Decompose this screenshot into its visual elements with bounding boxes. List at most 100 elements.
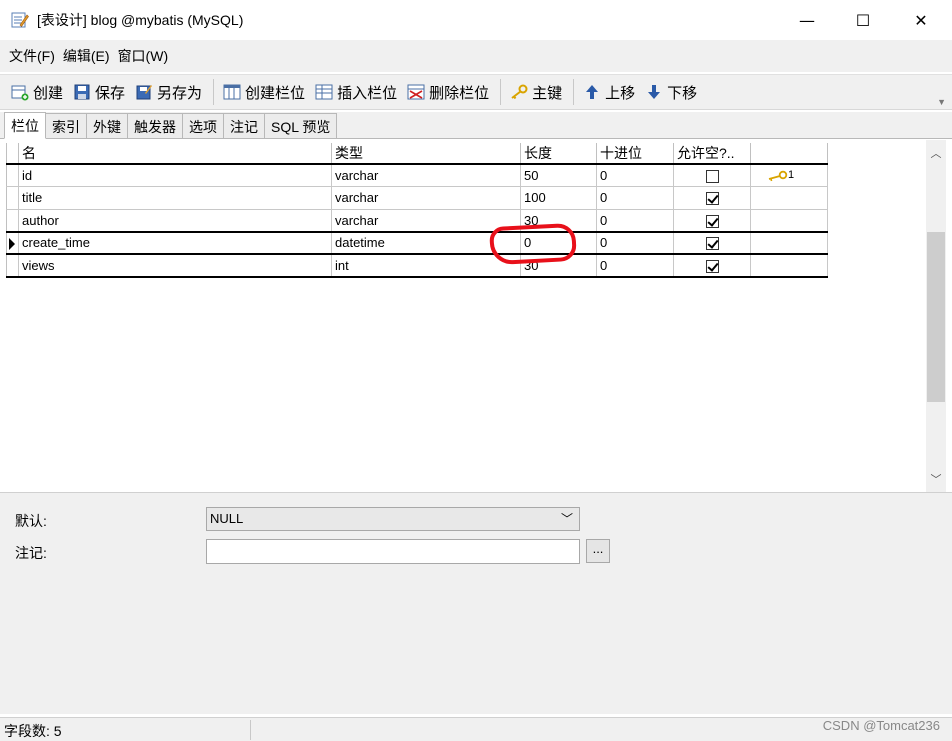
row-selector[interactable] bbox=[6, 208, 19, 232]
field-nullable-cell[interactable] bbox=[673, 163, 751, 187]
nullable-checkbox[interactable] bbox=[705, 259, 719, 273]
nullable-checkbox[interactable] bbox=[705, 170, 719, 184]
create-column-icon bbox=[223, 84, 241, 100]
primary-key-button[interactable]: 主键 bbox=[507, 78, 565, 106]
close-button[interactable]: ✕ bbox=[892, 0, 950, 40]
comment-edit-button[interactable]: ... bbox=[586, 539, 610, 563]
field-length-cell[interactable]: 0 bbox=[520, 230, 597, 255]
move-up-label: 上移 bbox=[605, 84, 636, 102]
watermark: CSDN @Tomcat236 bbox=[822, 718, 940, 733]
save-button[interactable]: 保存 bbox=[70, 78, 128, 106]
field-nullable-cell[interactable] bbox=[673, 230, 751, 255]
field-key-cell bbox=[750, 186, 828, 210]
menu-edit[interactable]: 编辑(E) bbox=[63, 46, 110, 66]
field-name-cell[interactable]: id bbox=[18, 163, 332, 187]
field-length-cell[interactable]: 50 bbox=[520, 163, 597, 187]
field-name-cell[interactable]: views bbox=[18, 253, 332, 278]
default-value: NULL bbox=[210, 511, 244, 526]
move-down-label: 下移 bbox=[667, 84, 698, 102]
comment-input[interactable] bbox=[206, 539, 580, 564]
key-icon bbox=[768, 170, 788, 181]
field-type-cell[interactable]: varchar bbox=[331, 163, 521, 187]
field-type-cell[interactable]: datetime bbox=[331, 230, 521, 255]
column-header-type[interactable]: 类型 bbox=[331, 143, 521, 165]
field-decimal-cell[interactable]: 0 bbox=[596, 186, 674, 210]
field-length-cell[interactable]: 30 bbox=[520, 253, 597, 278]
column-header-decimal[interactable]: 十进位 bbox=[596, 143, 674, 165]
field-properties-panel: 默认: NULL ﹀ 注记: ... bbox=[0, 492, 952, 714]
field-type-cell[interactable]: int bbox=[331, 253, 521, 278]
tab-options[interactable]: 选项 bbox=[182, 113, 224, 138]
vertical-scrollbar[interactable]: ︿ ﹀ bbox=[926, 140, 946, 492]
tab-comment[interactable]: 注记 bbox=[223, 113, 265, 138]
field-type-cell[interactable]: varchar bbox=[331, 186, 521, 210]
insert-column-button[interactable]: 插入栏位 bbox=[312, 78, 400, 106]
column-header-nullable[interactable]: 允许空?.. bbox=[673, 143, 751, 165]
field-nullable-cell[interactable] bbox=[673, 253, 751, 278]
tab-sql-preview[interactable]: SQL 预览 bbox=[264, 113, 338, 138]
field-count: 字段数: 5 bbox=[4, 723, 62, 739]
table-row-current[interactable]: create_time datetime 0 0 bbox=[6, 230, 828, 255]
default-label: 默认: bbox=[15, 513, 47, 529]
tab-triggers[interactable]: 触发器 bbox=[127, 113, 183, 138]
field-name-cell[interactable]: title bbox=[18, 186, 332, 210]
create-column-button[interactable]: 创建栏位 bbox=[220, 78, 308, 106]
minimize-icon: — bbox=[799, 10, 815, 30]
field-length-cell[interactable]: 100 bbox=[520, 186, 597, 210]
scrollbar-thumb[interactable] bbox=[927, 232, 945, 402]
column-header-key[interactable] bbox=[750, 143, 828, 165]
field-key-cell bbox=[750, 230, 828, 255]
toolbar-separator bbox=[213, 79, 215, 105]
scroll-down-icon[interactable]: ﹀ bbox=[926, 470, 946, 488]
table-design-icon bbox=[11, 12, 29, 28]
field-decimal-cell[interactable]: 0 bbox=[596, 163, 674, 187]
create-button[interactable]: 创建 bbox=[8, 78, 66, 106]
nullable-checkbox[interactable] bbox=[705, 214, 719, 228]
tab-indexes[interactable]: 索引 bbox=[45, 113, 87, 138]
chevron-down-icon: ﹀ bbox=[560, 512, 573, 526]
move-up-button[interactable]: 上移 bbox=[580, 78, 638, 106]
move-down-button[interactable]: 下移 bbox=[642, 78, 700, 106]
save-icon bbox=[74, 84, 90, 100]
row-selector[interactable] bbox=[6, 163, 19, 187]
field-name-cell[interactable]: author bbox=[18, 208, 332, 232]
row-selector[interactable] bbox=[6, 230, 19, 255]
field-key-cell: 1 bbox=[750, 163, 828, 187]
new-table-icon bbox=[11, 85, 29, 101]
toolbar-separator bbox=[573, 79, 575, 105]
window-title: [表设计] blog @mybatis (MySQL) bbox=[37, 12, 244, 28]
nullable-checkbox[interactable] bbox=[705, 192, 719, 206]
tab-fields[interactable]: 栏位 bbox=[4, 112, 46, 139]
field-nullable-cell[interactable] bbox=[673, 208, 751, 232]
tab-foreign-keys[interactable]: 外键 bbox=[86, 113, 128, 138]
nullable-checkbox[interactable] bbox=[705, 237, 719, 251]
save-as-button[interactable]: 另存为 bbox=[132, 78, 205, 106]
table-row[interactable]: id varchar 50 0 1 bbox=[6, 163, 828, 187]
field-name-cell[interactable]: create_time bbox=[18, 230, 332, 255]
menu-file[interactable]: 文件(F) bbox=[9, 46, 55, 66]
toolbar-overflow-icon[interactable]: ▼ bbox=[937, 97, 946, 107]
field-nullable-cell[interactable] bbox=[673, 186, 751, 210]
insert-column-label: 插入栏位 bbox=[337, 84, 398, 102]
delete-column-button[interactable]: 删除栏位 bbox=[404, 78, 492, 106]
field-decimal-cell[interactable]: 0 bbox=[596, 208, 674, 232]
row-selector[interactable] bbox=[6, 253, 19, 278]
delete-column-icon bbox=[407, 84, 425, 100]
column-header-name[interactable]: 名 bbox=[18, 143, 332, 165]
field-length-cell[interactable]: 30 bbox=[520, 208, 597, 232]
field-type-cell[interactable]: varchar bbox=[331, 208, 521, 232]
menu-window[interactable]: 窗口(W) bbox=[118, 46, 169, 66]
field-decimal-cell[interactable]: 0 bbox=[596, 253, 674, 278]
fields-grid-area: 名 类型 长度 十进位 允许空?.. id varchar 50 0 1 tit… bbox=[0, 140, 929, 492]
field-decimal-cell[interactable]: 0 bbox=[596, 230, 674, 255]
default-value-select[interactable]: NULL ﹀ bbox=[206, 507, 580, 531]
minimize-button[interactable]: — bbox=[778, 0, 836, 40]
table-row[interactable]: views int 30 0 bbox=[6, 253, 828, 278]
table-row[interactable]: author varchar 30 0 bbox=[6, 208, 828, 232]
delete-column-label: 删除栏位 bbox=[429, 84, 490, 102]
column-header-length[interactable]: 长度 bbox=[520, 143, 597, 165]
table-row[interactable]: title varchar 100 0 bbox=[6, 186, 828, 210]
maximize-button[interactable]: ☐ bbox=[834, 0, 892, 40]
scroll-up-icon[interactable]: ︿ bbox=[926, 144, 946, 162]
row-selector[interactable] bbox=[6, 186, 19, 210]
